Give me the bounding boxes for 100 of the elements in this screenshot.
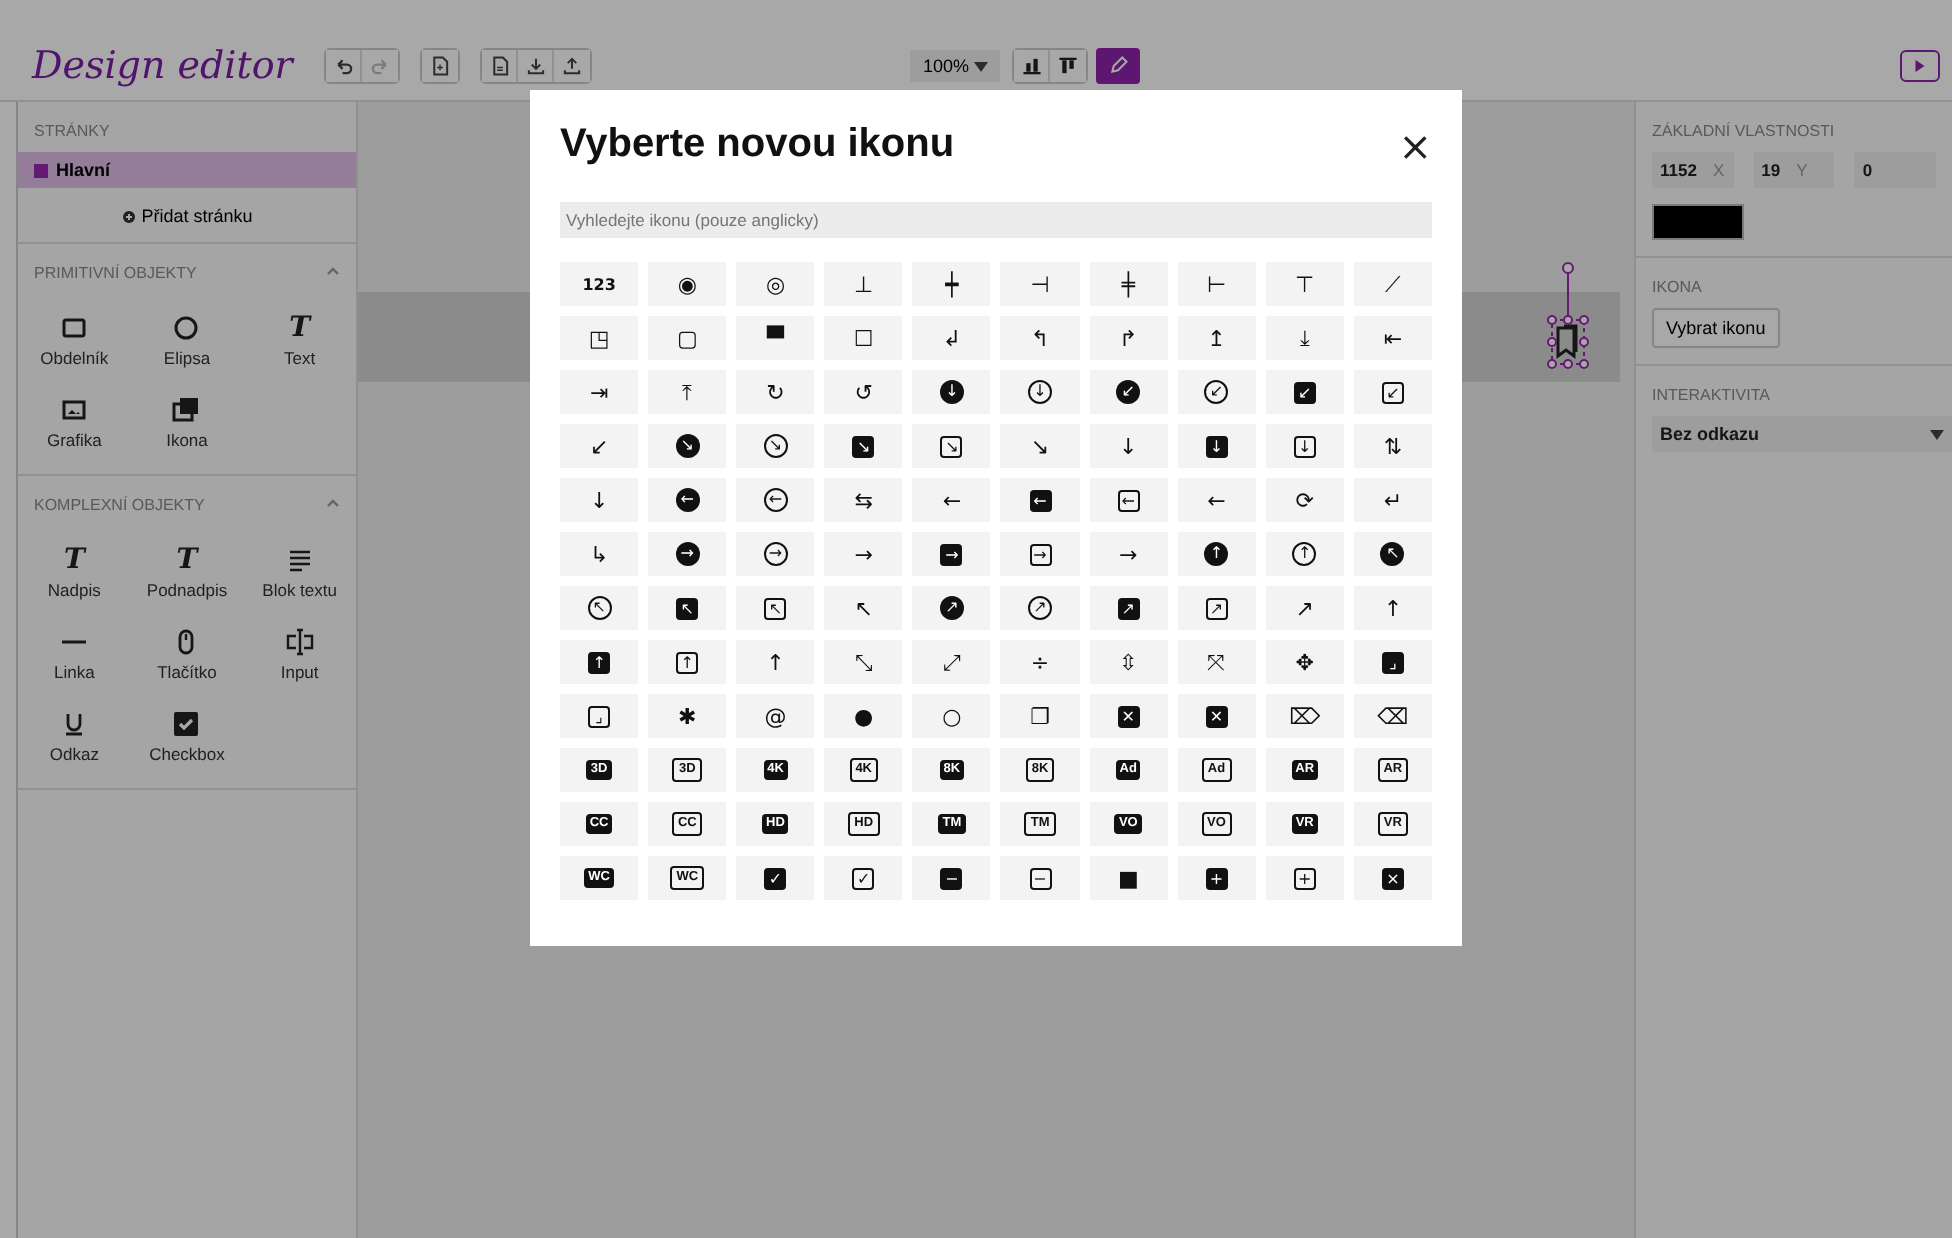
- icon-option[interactable]: −: [1000, 856, 1080, 900]
- icon-option[interactable]: ◉: [648, 262, 727, 306]
- icon-option[interactable]: ▢: [648, 316, 727, 360]
- icon-option[interactable]: ⊥: [824, 262, 903, 306]
- icon-option[interactable]: +: [1265, 856, 1344, 900]
- icon-option[interactable]: ↺: [824, 370, 903, 414]
- icon-option[interactable]: ↑: [560, 640, 639, 684]
- icon-option[interactable]: ↖: [824, 586, 903, 630]
- icon-option[interactable]: ↙: [1265, 370, 1344, 414]
- icon-option[interactable]: ⤧: [1177, 640, 1256, 684]
- icon-option[interactable]: ✓: [824, 856, 903, 900]
- icon-option[interactable]: ⊤: [1265, 262, 1344, 306]
- icon-option[interactable]: ↗: [1000, 586, 1080, 630]
- icon-option[interactable]: →: [1089, 532, 1168, 576]
- icon-option[interactable]: ⤢: [912, 640, 991, 684]
- zoom-dropdown[interactable]: 100%: [910, 50, 1000, 82]
- icon-option[interactable]: ↗: [1265, 586, 1344, 630]
- icon-option[interactable]: ↗: [1089, 586, 1168, 630]
- icon-option[interactable]: ✥: [1265, 640, 1344, 684]
- draw-mode-button[interactable]: [1096, 48, 1140, 84]
- tool-label[interactable]: Linka: [54, 662, 95, 682]
- tool-label[interactable]: Odkaz: [49, 744, 99, 764]
- tool-label[interactable]: Grafika: [46, 430, 102, 450]
- icon-option[interactable]: ◎: [736, 262, 815, 306]
- tool-label[interactable]: Text: [284, 348, 316, 368]
- selected-bookmark-icon[interactable]: [1542, 258, 1594, 374]
- icon-option[interactable]: ↖: [736, 586, 815, 630]
- close-button[interactable]: ×: [1398, 125, 1432, 165]
- icon-option[interactable]: ⌟: [560, 694, 639, 738]
- tool-label[interactable]: Input: [280, 662, 319, 682]
- icon-option[interactable]: ×: [1353, 856, 1432, 900]
- icon-option[interactable]: ↓: [1265, 424, 1344, 468]
- page-item[interactable]: Hlavní: [18, 152, 356, 188]
- align-bottom-button[interactable]: [1014, 50, 1050, 82]
- icon-option[interactable]: ⇤: [1353, 316, 1432, 360]
- icon-option[interactable]: ↳: [560, 532, 639, 576]
- icon-option[interactable]: ↖: [560, 586, 639, 630]
- icon-option[interactable]: ←: [1089, 478, 1168, 522]
- icon-option[interactable]: ↑: [1353, 586, 1432, 630]
- icon-option[interactable]: ←: [1177, 478, 1256, 522]
- number-field[interactable]: 0: [1854, 152, 1937, 188]
- icon-option[interactable]: ↘: [648, 424, 727, 468]
- icon-option[interactable]: ○: [912, 694, 991, 738]
- icon-option[interactable]: ⤒: [648, 370, 727, 414]
- icon-option[interactable]: ▀: [736, 316, 815, 360]
- icon-option[interactable]: @: [736, 694, 815, 738]
- icon-option[interactable]: ⟳: [1265, 478, 1344, 522]
- tool-label[interactable]: Podnadpis: [146, 580, 228, 600]
- icon-option[interactable]: ←: [1000, 478, 1080, 522]
- search-field[interactable]: Vyhledejte ikonu (pouze anglicky): [560, 202, 1432, 238]
- link-select[interactable]: Bez odkazu: [1652, 416, 1952, 452]
- icon-option[interactable]: ←: [736, 478, 815, 522]
- icon-option[interactable]: ↻: [736, 370, 815, 414]
- icon-option[interactable]: ↓: [912, 370, 991, 414]
- icon-option[interactable]: ☐: [824, 316, 903, 360]
- tool-label[interactable]: Blok textu: [262, 580, 337, 600]
- icon-option[interactable]: ●: [824, 694, 903, 738]
- icon-option[interactable]: ↵: [1353, 478, 1432, 522]
- icon-option[interactable]: ↰: [1000, 316, 1080, 360]
- icon-option[interactable]: ⊣: [1000, 262, 1080, 306]
- tool-label[interactable]: Obdelník: [40, 348, 109, 368]
- tool-label[interactable]: Tlačítko: [157, 662, 217, 682]
- icon-option[interactable]: ↘: [824, 424, 903, 468]
- icon-option[interactable]: ↘: [912, 424, 991, 468]
- icon-option[interactable]: →: [824, 532, 903, 576]
- icon-option[interactable]: ↘: [736, 424, 815, 468]
- icon-option[interactable]: ↙: [1089, 370, 1168, 414]
- icon-option[interactable]: ←: [912, 478, 991, 522]
- icon-option[interactable]: ↑: [1177, 532, 1256, 576]
- icon-option[interactable]: ↘: [1000, 424, 1080, 468]
- icon-option[interactable]: ⇅: [1353, 424, 1432, 468]
- icon-option[interactable]: ↙: [1177, 370, 1256, 414]
- page-button[interactable]: [482, 50, 519, 82]
- icon-option[interactable]: ↗: [1177, 586, 1256, 630]
- icon-option[interactable]: ✱: [648, 694, 727, 738]
- icon-option[interactable]: ■: [1089, 856, 1168, 900]
- icon-option[interactable]: ↑: [1265, 532, 1344, 576]
- tool-label[interactable]: Elipsa: [163, 348, 211, 368]
- icon-option[interactable]: ←: [648, 478, 727, 522]
- undo-button[interactable]: [326, 50, 363, 82]
- icon-option[interactable]: ⌟: [1353, 640, 1432, 684]
- color-swatch[interactable]: [1652, 204, 1744, 240]
- icon-option[interactable]: ✕: [1177, 694, 1256, 738]
- tool-label[interactable]: Nadpis: [47, 580, 101, 600]
- icon-option[interactable]: ❐: [1000, 694, 1080, 738]
- add-page-button[interactable]: Přidat stránku: [141, 206, 253, 226]
- icon-option[interactable]: ⇥: [560, 370, 639, 414]
- choose-icon-button[interactable]: Vybrat ikonu: [1652, 308, 1780, 348]
- tool-label[interactable]: Ikona: [166, 430, 208, 450]
- icon-option[interactable]: ⌫: [1353, 694, 1432, 738]
- icon-option[interactable]: ✓: [736, 856, 815, 900]
- icon-option[interactable]: ⌦: [1265, 694, 1344, 738]
- icon-option[interactable]: →: [648, 532, 727, 576]
- icon-option[interactable]: ÷: [1000, 640, 1080, 684]
- icon-option[interactable]: ↲: [912, 316, 991, 360]
- icon-option[interactable]: ↑: [736, 640, 815, 684]
- icon-option[interactable]: ↖: [648, 586, 727, 630]
- icon-option[interactable]: ↱: [1089, 316, 1168, 360]
- icon-option[interactable]: ⊢: [1177, 262, 1256, 306]
- icon-option[interactable]: ↓: [1177, 424, 1256, 468]
